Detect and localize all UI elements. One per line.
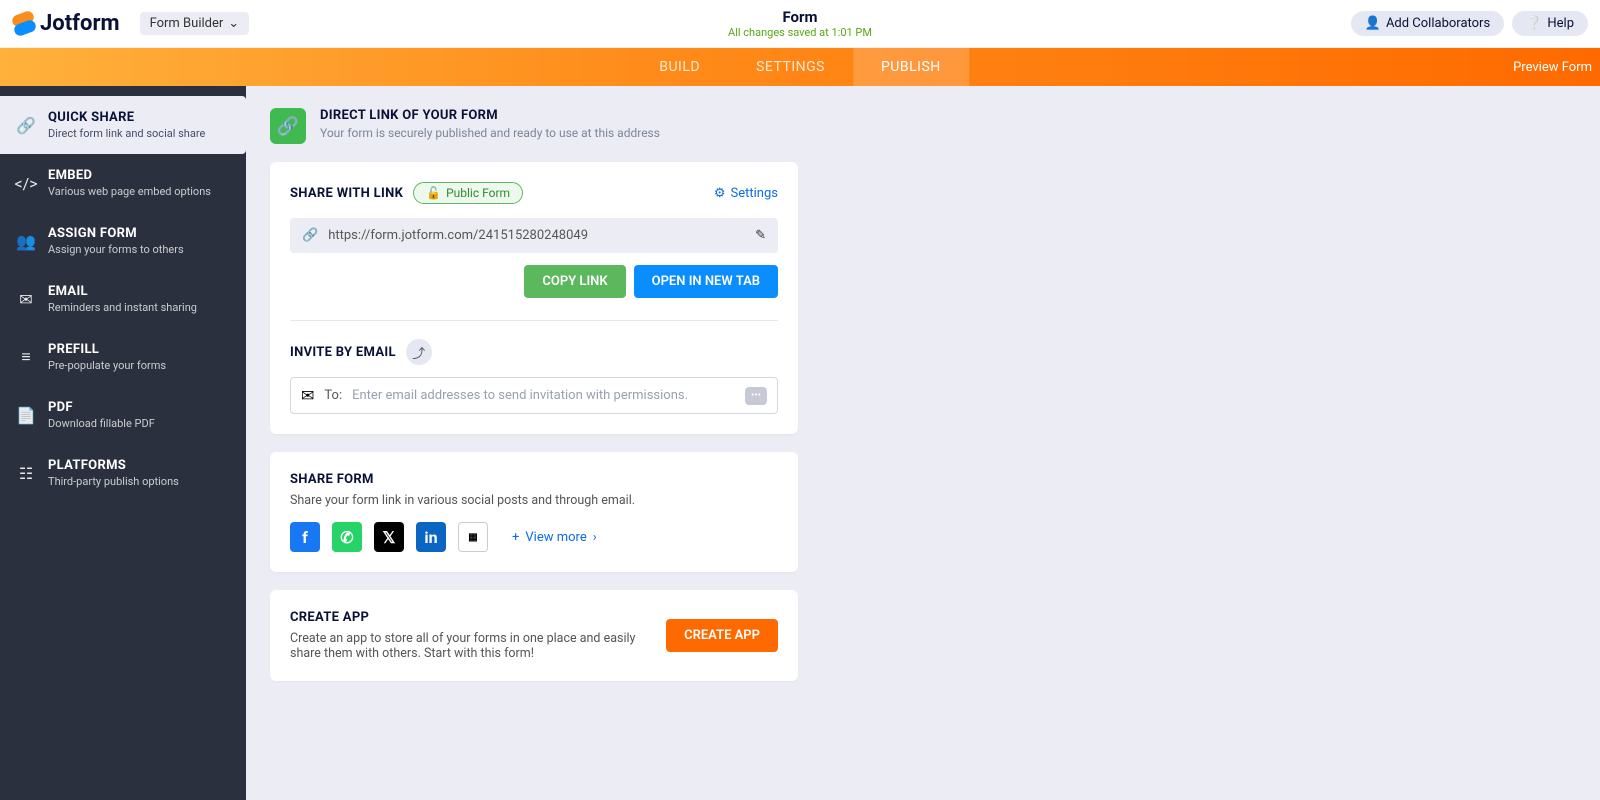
people-icon: 👥 [16,226,36,256]
save-status: All changes saved at 1:01 PM [728,26,872,39]
person-icon: 👤 [1365,16,1381,31]
sidebar-item-label: PDF [48,400,155,415]
divider [290,320,778,321]
sidebar-item-label: PLATFORMS [48,458,179,473]
sidebar-item-email[interactable]: ✉ EMAIL Reminders and instant sharing [0,270,246,328]
direct-link-sub: Your form is securely published and read… [320,126,660,140]
sidebar-item-pdf[interactable]: 📄 PDF Download fillable PDF [0,386,246,444]
sidebar-item-sub: Direct form link and social share [48,127,205,140]
help-icon: ❔ [1526,16,1542,31]
tab-publish[interactable]: PUBLISH [853,48,969,86]
edit-url-icon[interactable]: ✎ [755,228,766,243]
sidebar-item-quick-share[interactable]: 🔗 QUICK SHARE Direct form link and social… [0,96,246,154]
view-more-label: View more [525,530,586,545]
sidebar-item-label: QUICK SHARE [48,110,205,125]
help-button[interactable]: ❔ Help [1512,11,1588,36]
mail-icon: ✉ [16,284,36,314]
sidebar-item-label: PREFILL [48,342,166,357]
preview-form-link[interactable]: Preview Form [1513,60,1600,75]
direct-link-title: DIRECT LINK OF YOUR FORM [320,108,660,123]
create-app-button[interactable]: CREATE APP [666,619,778,652]
sidebar-item-sub: Reminders and instant sharing [48,301,197,314]
sidebar-item-label: EMBED [48,168,211,183]
sidebar-item-embed[interactable]: </> EMBED Various web page embed options [0,154,246,212]
form-url: https://form.jotform.com/241515280248049 [328,228,745,243]
create-app-sub: Create an app to store all of your forms… [290,631,652,661]
chevron-down-icon: ⌄ [228,16,239,31]
code-icon: </> [16,168,36,198]
tab-settings[interactable]: SETTINGS [728,48,853,86]
share-form-sub: Share your form link in various social p… [290,493,778,508]
link-icon: 🔗 [270,108,306,144]
share-form-card: SHARE FORM Share your form link in vario… [270,452,798,572]
share-form-title: SHARE FORM [290,472,778,487]
pdf-icon: 📄 [16,400,36,430]
invite-email-input[interactable] [352,388,735,403]
open-new-tab-button[interactable]: OPEN IN NEW TAB [634,265,778,298]
layers-icon: ☷ [16,458,36,488]
x-twitter-icon[interactable]: 𝕏 [374,522,404,552]
gear-icon: ⚙ [714,186,726,201]
link-icon: 🔗 [302,228,318,243]
lock-icon: 🔓 [426,186,441,200]
more-options-button[interactable]: ••• [745,387,767,405]
sidebar-item-label: EMAIL [48,284,197,299]
top-bar: Jotform Form Builder ⌄ Form All changes … [0,0,1600,48]
public-form-badge[interactable]: 🔓 Public Form [413,182,523,204]
link-icon: 🔗 [16,110,36,140]
sidebar-item-sub: Download fillable PDF [48,417,155,430]
share-settings-link[interactable]: ⚙ Settings [714,186,778,201]
to-label: To: [324,388,342,403]
add-collaborators-label: Add Collaborators [1386,16,1490,31]
sidebar-item-sub: Pre-populate your forms [48,359,166,372]
logo-icon [12,13,34,35]
facebook-icon[interactable]: f [290,522,320,552]
sidebar-item-prefill[interactable]: ≡ PREFILL Pre-populate your forms [0,328,246,386]
public-form-label: Public Form [446,186,510,200]
upload-icon[interactable]: ⤴ [406,339,432,365]
whatsapp-icon[interactable]: ✆ [332,522,362,552]
create-app-title: CREATE APP [290,610,652,625]
linkedin-icon[interactable]: in [416,522,446,552]
create-app-card: CREATE APP Create an app to store all of… [270,590,798,681]
sidebar-item-label: ASSIGN FORM [48,226,184,241]
mail-icon: ✉ [301,386,314,405]
settings-label: Settings [731,186,778,201]
prefill-icon: ≡ [16,342,36,372]
add-collaborators-button[interactable]: 👤 Add Collaborators [1351,11,1504,36]
copy-link-button[interactable]: COPY LINK [524,265,625,298]
form-builder-dropdown[interactable]: Form Builder ⌄ [140,12,250,35]
main-content: 🔗 DIRECT LINK OF YOUR FORM Your form is … [246,86,1600,800]
form-title[interactable]: Form [728,8,872,26]
direct-link-header: 🔗 DIRECT LINK OF YOUR FORM Your form is … [270,108,798,144]
share-link-card: SHARE WITH LINK 🔓 Public Form ⚙ Settings… [270,162,798,434]
form-url-box[interactable]: 🔗 https://form.jotform.com/2415152802480… [290,218,778,253]
invite-email-title: INVITE BY EMAIL [290,345,396,360]
plus-icon: + [512,530,519,545]
header-center: Form All changes saved at 1:01 PM [728,8,872,39]
sidebar-item-sub: Various web page embed options [48,185,211,198]
tab-build[interactable]: BUILD [631,48,728,86]
sidebar-item-sub: Assign your forms to others [48,243,184,256]
invite-email-box[interactable]: ✉ To: ••• [290,377,778,414]
tabs-bar: BUILD SETTINGS PUBLISH Preview Form [0,48,1600,86]
form-builder-label: Form Builder [150,16,224,31]
chevron-right-icon: › [593,530,597,545]
sidebar-item-sub: Third-party publish options [48,475,179,488]
logo[interactable]: Jotform [12,11,120,36]
sidebar-item-platforms[interactable]: ☷ PLATFORMS Third-party publish options [0,444,246,502]
sidebar-item-assign[interactable]: 👥 ASSIGN FORM Assign your forms to others [0,212,246,270]
share-link-title: SHARE WITH LINK [290,186,403,201]
help-label: Help [1547,16,1574,31]
qr-code-icon[interactable]: ▦ [458,522,488,552]
brand-name: Jotform [40,11,120,36]
view-more-link[interactable]: + View more › [512,530,597,545]
sidebar: 🔗 QUICK SHARE Direct form link and social… [0,86,246,800]
